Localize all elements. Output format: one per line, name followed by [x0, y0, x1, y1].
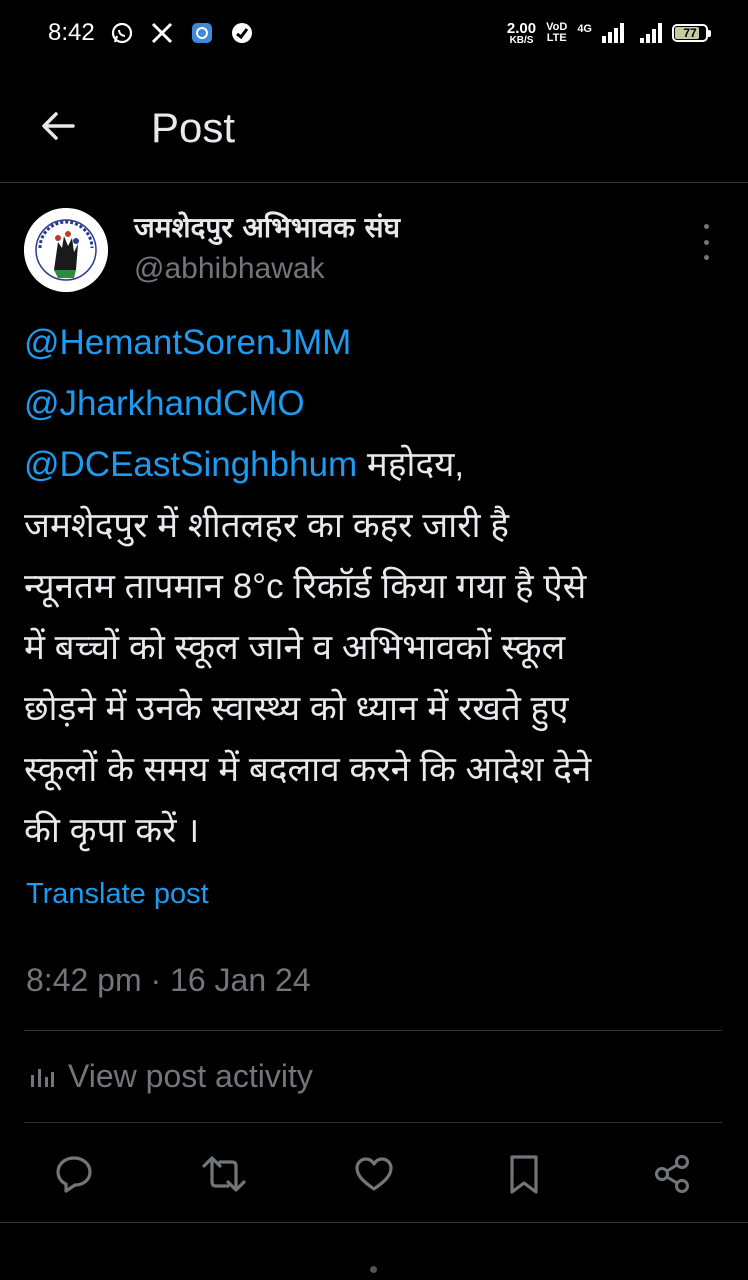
logo-icon: [24, 208, 108, 292]
divider: [24, 1030, 722, 1031]
repost-button[interactable]: [200, 1150, 248, 1198]
app-icon: [189, 20, 215, 46]
translate-post-link[interactable]: Translate post: [26, 878, 209, 911]
battery-icon: 77: [672, 24, 711, 42]
reply-icon: [56, 1156, 92, 1193]
browser-icon: [229, 20, 255, 46]
divider: [24, 1122, 722, 1123]
mention-link[interactable]: @DCEastSinghbhum: [24, 445, 357, 484]
post-text-line: की कृपा करें ।: [24, 811, 200, 850]
analytics-icon: [31, 1068, 54, 1087]
reply-button[interactable]: [50, 1150, 98, 1198]
post-text-fragment: महोदय,: [357, 445, 465, 484]
post-text-line: न्यूनतम तापमान 8°c रिकॉर्ड किया गया है ऐ…: [24, 567, 587, 606]
more-options-button[interactable]: [694, 224, 718, 260]
signal-icon-2: [640, 23, 662, 43]
author-handle[interactable]: @abhibhawak: [134, 252, 325, 286]
status-time: 8:42: [48, 19, 95, 46]
arrow-left-icon: [42, 112, 75, 140]
more-dots-icon: [703, 224, 709, 229]
avatar[interactable]: [24, 208, 108, 292]
view-post-activity-button[interactable]: View post activity: [28, 1058, 313, 1095]
post-text-line: में बच्चों को स्कूल जाने व अभिभावकों स्क…: [24, 628, 566, 667]
post-text-line: छोड़ने में उनके स्वास्थ्य को ध्यान में र…: [24, 689, 569, 728]
status-bar: 8:42 2.00 KB/S VoD LTE 4G 77: [0, 0, 748, 66]
mention-link[interactable]: @JharkhandCMO: [24, 384, 305, 423]
post-text-line: जमशेदपुर में शीतलहर का कहर जारी है: [24, 506, 509, 545]
volte-indicator: VoD LTE: [546, 21, 568, 44]
home-indicator: [370, 1266, 377, 1273]
action-bar: [0, 1142, 748, 1206]
bookmark-button[interactable]: [500, 1150, 548, 1198]
mention-link[interactable]: @HemantSorenJMM: [24, 323, 351, 362]
like-icon: [355, 1157, 393, 1191]
share-icon: [655, 1155, 689, 1193]
top-app-bar: Post: [0, 66, 748, 183]
view-post-activity-label: View post activity: [68, 1058, 313, 1094]
share-button[interactable]: [648, 1150, 696, 1198]
page-title: Post: [151, 104, 236, 151]
post-text-line: स्कूलों के समय में बदलाव करने कि आदेश दे…: [24, 750, 592, 789]
post-body: @HemantSorenJMM @JharkhandCMO @DCEastSin…: [24, 312, 724, 861]
network-type: 4G: [577, 22, 592, 35]
signal-icon: [602, 23, 624, 43]
divider: [0, 1222, 748, 1223]
bookmark-icon: [510, 1155, 538, 1194]
battery-level: 77: [683, 26, 697, 40]
like-button[interactable]: [350, 1150, 398, 1198]
x-icon: [149, 20, 175, 46]
network-speed: 2.00 KB/S: [506, 19, 537, 46]
repost-icon: [202, 1156, 246, 1192]
author-display-name[interactable]: जमशेदपुर अभिभावक संघ: [134, 208, 400, 246]
whatsapp-icon: [109, 20, 135, 46]
back-button[interactable]: [34, 102, 82, 150]
post-timestamp: 8:42 pm · 16 Jan 24: [26, 962, 311, 998]
